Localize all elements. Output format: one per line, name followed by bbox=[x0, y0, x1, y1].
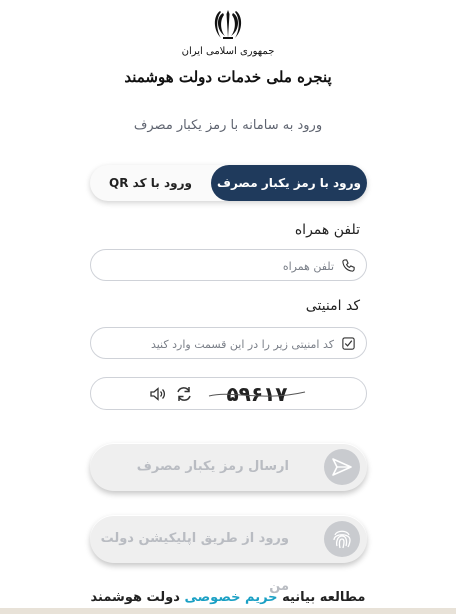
security-field-wrapper bbox=[90, 327, 367, 360]
phone-input[interactable] bbox=[112, 250, 336, 282]
page-subtitle: ورود به سامانه با رمز یکبار مصرف bbox=[133, 118, 323, 133]
login-method-tabs: ورود با رمز یکبار مصرف ورود با کد QR bbox=[90, 165, 367, 201]
iran-emblem-icon bbox=[214, 10, 242, 39]
captcha-code: ۵۹۶۱۷ bbox=[226, 382, 287, 406]
bottom-bar bbox=[0, 608, 456, 614]
refresh-icon[interactable] bbox=[175, 386, 193, 402]
country-name: جمهوری اسلامی ایران bbox=[181, 46, 275, 57]
privacy-link[interactable]: حریم خصوصی bbox=[184, 590, 277, 605]
send-icon bbox=[332, 458, 352, 476]
captcha-image: ۵۹۶۱۷ bbox=[208, 382, 306, 406]
fingerprint-icon bbox=[333, 530, 351, 549]
security-code-input[interactable] bbox=[112, 328, 336, 360]
footer-prefix: مطالعه بیانیه bbox=[282, 590, 366, 605]
emblem bbox=[0, 8, 456, 42]
send-otp-button[interactable]: ارسال رمز یکبار مصرف bbox=[90, 443, 367, 491]
privacy-footer: مطالعه بیانیه حریم خصوصی دولت هوشمند bbox=[0, 590, 456, 605]
send-icon-circle bbox=[324, 449, 360, 485]
dolat-man-login-button[interactable]: ورود از طریق اپلیکیشن دولت من bbox=[90, 515, 367, 594]
phone-icon bbox=[342, 259, 355, 272]
speaker-icon[interactable] bbox=[149, 386, 167, 402]
send-otp-label: ارسال رمز یکبار مصرف bbox=[136, 459, 289, 474]
phone-label: تلفن همراه bbox=[294, 222, 360, 238]
portal-title: پنجره ملی خدمات دولت هوشمند bbox=[124, 68, 332, 86]
tab-otp-login[interactable]: ورود با رمز یکبار مصرف bbox=[211, 165, 367, 201]
fingerprint-icon-circle bbox=[324, 521, 360, 557]
security-code-label: کد امنیتی bbox=[305, 298, 360, 314]
phone-field-wrapper bbox=[90, 249, 367, 282]
check-box-icon bbox=[342, 337, 355, 350]
footer-suffix: دولت هوشمند bbox=[90, 590, 180, 605]
tab-qr-login[interactable]: ورود با کد QR bbox=[90, 165, 211, 201]
captcha-box: ۵۹۶۱۷ bbox=[90, 377, 367, 410]
